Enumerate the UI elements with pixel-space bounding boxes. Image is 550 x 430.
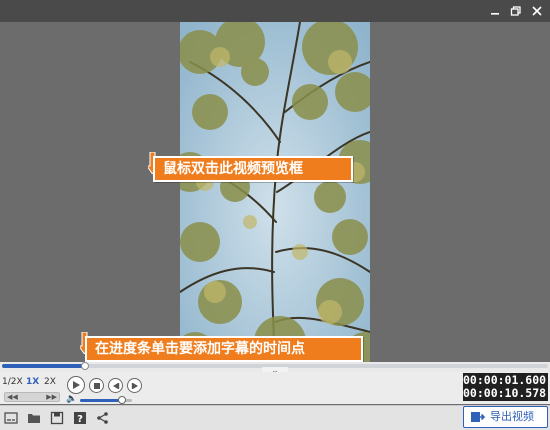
speed-option-1x[interactable]: 1X [26, 377, 39, 387]
faster-icon[interactable]: ▶▶ [46, 393, 57, 401]
video-preview-frame[interactable] [180, 22, 370, 362]
stop-button[interactable] [89, 378, 104, 393]
minimize-icon[interactable] [487, 3, 503, 19]
progress-fill [2, 364, 85, 368]
play-icon [73, 381, 80, 389]
title-bar [0, 0, 550, 22]
slower-icon[interactable]: ◀◀ [7, 393, 18, 401]
previous-icon [112, 382, 119, 389]
open-folder-icon[interactable] [27, 411, 41, 425]
help-icon[interactable]: ? [73, 411, 87, 425]
export-video-button[interactable]: 导出视频 [463, 406, 548, 428]
total-time: 00:00:10.578 [463, 386, 547, 400]
tree-canopy-image [180, 22, 370, 362]
play-button[interactable] [67, 376, 85, 394]
restore-icon[interactable] [508, 3, 524, 19]
subtitle-icon[interactable] [4, 411, 18, 425]
speed-slider[interactable]: ◀◀ ▶▶ [4, 392, 60, 402]
svg-text:?: ? [77, 414, 83, 425]
speed-option-half[interactable]: 1/2X [2, 377, 23, 387]
timeline-hint-callout: 在进度条单击要添加字幕的时间点 [85, 336, 363, 362]
preview-hint-callout: 鼠标双击此视频预览框 [153, 156, 353, 182]
volume-thumb[interactable] [117, 396, 126, 404]
video-editor-window: 鼠标双击此视频预览框 在进度条单击要添加字幕的时间点 ⌄ 1/2X 1X 2X … [0, 0, 550, 430]
close-icon[interactable] [529, 3, 545, 19]
preview-hint-text: 鼠标双击此视频预览框 [163, 161, 303, 177]
next-frame-button[interactable] [127, 378, 142, 393]
progress-thumb[interactable] [80, 362, 89, 370]
speed-option-2x[interactable]: 2X [44, 377, 56, 387]
previous-frame-button[interactable] [108, 378, 123, 393]
export-icon [471, 412, 485, 422]
video-preview-area[interactable]: 鼠标双击此视频预览框 在进度条单击要添加字幕的时间点 [0, 22, 550, 362]
next-icon [131, 382, 138, 389]
time-display: 00:00:01.600 00:00:10.578 [463, 373, 548, 401]
timeline-hint-text: 在进度条单击要添加字幕的时间点 [95, 341, 305, 357]
speaker-icon[interactable]: 🔈 [66, 394, 77, 404]
volume-fill [80, 399, 122, 402]
stop-icon [93, 382, 100, 389]
export-video-label: 导出视频 [490, 410, 534, 423]
volume-control: 🔈 [66, 394, 136, 404]
speed-selector: 1/2X 1X 2X ◀◀ ▶▶ [2, 375, 60, 402]
save-icon[interactable] [50, 411, 64, 425]
share-icon[interactable] [96, 411, 110, 425]
